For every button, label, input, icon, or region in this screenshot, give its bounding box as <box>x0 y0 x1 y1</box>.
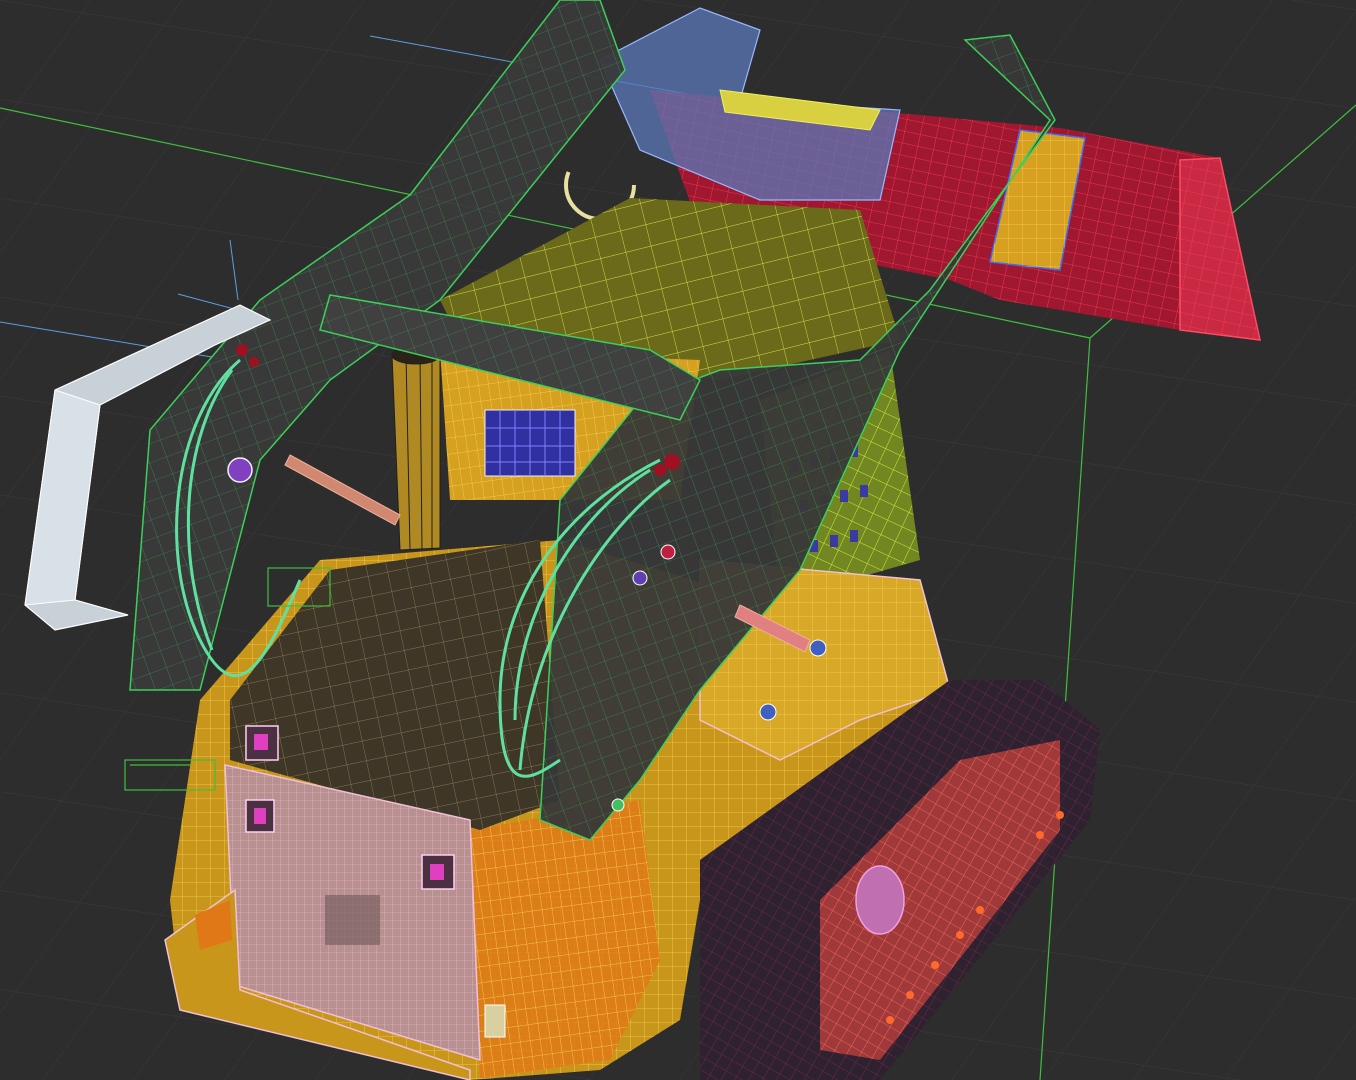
viewport-canvas[interactable] <box>0 0 1356 1080</box>
arm-pivot-left <box>227 457 253 483</box>
tail-light-helper <box>484 1004 506 1038</box>
arm-pivot-right-1 <box>632 570 648 586</box>
track-hub <box>855 865 905 935</box>
exhaust-pipe <box>391 345 441 551</box>
arm-pivot-right-3 <box>611 798 625 812</box>
arm-pivot-right-2 <box>660 544 676 560</box>
3d-viewport[interactable] <box>0 0 1356 1080</box>
